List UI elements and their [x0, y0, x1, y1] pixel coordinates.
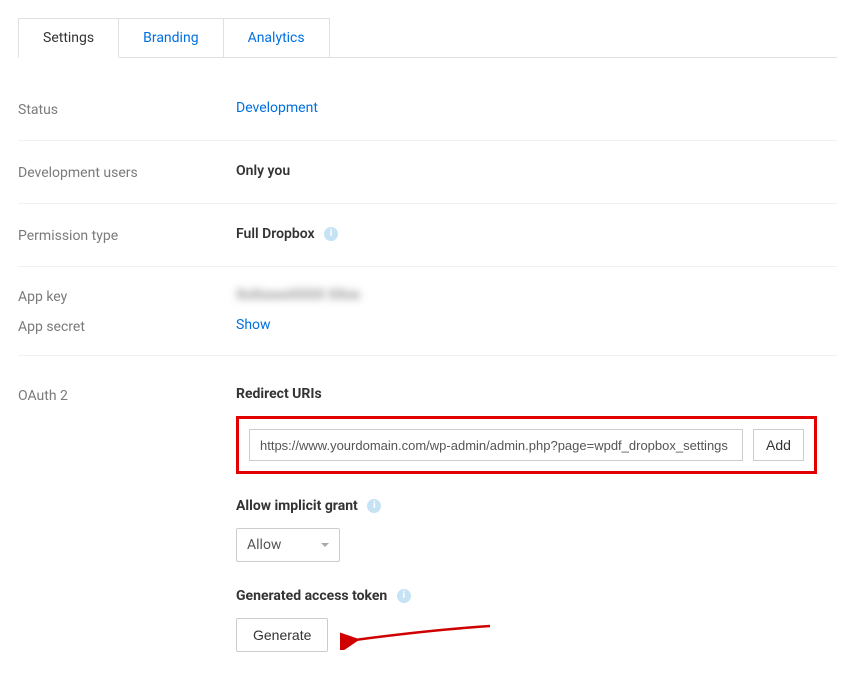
access-token-title: Generated access token i [236, 588, 837, 604]
app-secret-label: App secret [18, 317, 236, 335]
permission-value: Full Dropbox [236, 226, 315, 242]
permission-label: Permission type [18, 226, 236, 244]
tabs-bar: Settings Branding Analytics [18, 0, 837, 58]
info-icon[interactable]: i [367, 499, 381, 513]
chevron-down-icon [321, 543, 329, 547]
app-key-label: App key [18, 287, 236, 305]
add-button[interactable]: Add [753, 429, 804, 461]
redirect-uris-title: Redirect URIs [236, 386, 837, 402]
arrow-annotation-icon [340, 620, 500, 650]
oauth-row: OAuth 2 Redirect URIs Add Allow implicit… [18, 356, 837, 678]
dev-users-value: Only you [236, 163, 290, 179]
app-key-value: XxXxxxxXXXX XXxx [236, 287, 360, 303]
implicit-grant-select[interactable]: Allow [236, 528, 340, 562]
implicit-grant-title: Allow implicit grant i [236, 498, 837, 514]
settings-content: Status Development Development users Onl… [0, 58, 855, 698]
app-credentials: App key XxXxxxxXXXX XXxx App secret Show [18, 267, 837, 356]
oauth-label: OAuth 2 [18, 386, 236, 404]
info-icon[interactable]: i [397, 589, 411, 603]
dev-users-label: Development users [18, 163, 236, 181]
status-label: Status [18, 100, 236, 118]
dev-users-row: Development users Only you [18, 141, 837, 204]
status-value[interactable]: Development [236, 100, 318, 116]
tab-analytics[interactable]: Analytics [223, 18, 330, 57]
generate-button[interactable]: Generate [236, 618, 328, 652]
tab-settings[interactable]: Settings [18, 18, 119, 58]
redirect-uri-input[interactable] [249, 429, 743, 461]
permission-row: Permission type Full Dropbox i [18, 204, 837, 267]
app-secret-show[interactable]: Show [236, 317, 271, 333]
implicit-grant-value: Allow [247, 537, 281, 553]
redirect-highlight-box: Add [236, 416, 817, 474]
info-icon[interactable]: i [324, 227, 338, 241]
tab-branding[interactable]: Branding [118, 18, 223, 57]
status-row: Status Development [18, 78, 837, 141]
